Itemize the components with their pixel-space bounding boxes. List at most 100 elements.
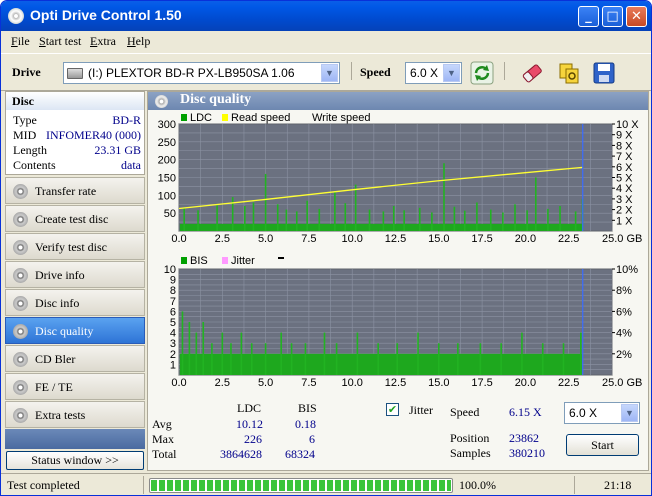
y2-tick-label: 4 X	[616, 183, 633, 195]
panel-title: Disc quality	[180, 92, 252, 107]
copy-settings-button[interactable]	[557, 61, 581, 85]
window-title: Opti Drive Control 1.50	[30, 7, 182, 23]
data-bar-27	[514, 204, 516, 231]
nav-disc-quality[interactable]: Disc quality	[5, 317, 145, 344]
title-bar[interactable]: Opti Drive Control 1.50 _ □ ✕	[1, 1, 651, 31]
position-label: Position	[450, 431, 490, 445]
x-tick-label: 7.5	[301, 377, 316, 389]
data-bar-29	[534, 177, 537, 231]
test-speed-select[interactable]: 6.0 X ▼	[564, 402, 640, 424]
copy-settings-icon	[559, 63, 579, 84]
progress-percent: 100.0%	[459, 478, 496, 492]
nav-drive-info[interactable]: Drive info	[5, 261, 145, 288]
data-bar-20	[431, 212, 433, 231]
x-tick-label: 20.0	[515, 377, 536, 389]
disc-icon	[13, 408, 28, 423]
data-bar-22	[453, 206, 456, 231]
data-bar-3	[202, 322, 205, 375]
toolbar-divider	[504, 62, 505, 80]
disc-icon	[13, 296, 28, 311]
refresh-icon	[470, 61, 494, 85]
disc-app-icon	[8, 8, 24, 24]
disc-row-mid: MID INFOMER40 (000)	[13, 128, 141, 142]
speed-label-bottom: Speed	[450, 405, 480, 419]
data-bar-26	[502, 212, 504, 231]
legend-swatch-1	[222, 114, 228, 121]
speed-select[interactable]: 6.0 X ▼	[405, 62, 462, 84]
data-bar-22	[500, 343, 502, 375]
x-tick-label: 2.5	[215, 233, 230, 245]
speed-value: 6.15 X	[509, 405, 542, 419]
disc-row-length: Length 23.31 GB	[13, 143, 141, 157]
legend-swatch-1	[222, 257, 228, 264]
data-bar-17	[396, 343, 399, 375]
data-bar-9	[264, 343, 267, 375]
x-tick-label: 17.5	[471, 377, 492, 389]
samples-value: 380210	[509, 446, 545, 460]
jitter-checkbox[interactable]: ✔	[386, 403, 399, 416]
close-button[interactable]: ✕	[626, 6, 647, 27]
y2-tick-label: 10%	[616, 264, 638, 276]
data-bar-25	[562, 343, 565, 375]
data-bar-9	[295, 211, 298, 231]
data-bar-15	[368, 209, 371, 231]
data-bar-13	[323, 332, 326, 375]
nav-create-test-disc[interactable]: Create test disc	[5, 205, 145, 232]
y2-tick-label: 1 X	[616, 215, 633, 227]
y2-tick-label: 2 X	[616, 205, 633, 217]
data-bar-31	[559, 206, 561, 231]
data-bar-24	[476, 202, 478, 231]
nav-disc-info[interactable]: Disc info	[5, 289, 145, 316]
x-tick-label: 10.0	[341, 377, 362, 389]
data-bar-21	[479, 343, 482, 375]
data-bar-11	[290, 343, 293, 375]
y-tick-label: 150	[158, 173, 176, 185]
legend-label-1: Jitter	[231, 255, 255, 267]
maximize-button[interactable]: □	[602, 6, 623, 27]
refresh-button[interactable]	[470, 61, 494, 85]
disc-icon	[13, 324, 28, 339]
chevron-down-icon: ▼	[621, 404, 638, 422]
disc-info-box: Disc Type BD-R MID INFOMER40 (000) Length 2…	[5, 91, 145, 175]
menu-extra[interactable]: Extra	[90, 34, 116, 49]
nav-transfer-rate[interactable]: Transfer rate	[5, 177, 145, 204]
legend-swatch-0	[181, 114, 187, 121]
disc-icon	[13, 212, 28, 227]
data-bar-5	[221, 332, 224, 375]
data-bar-13	[344, 203, 347, 231]
start-button[interactable]: Start	[566, 434, 639, 456]
nav-cd-bler[interactable]: CD Bler	[5, 345, 145, 372]
data-bar-10	[306, 200, 308, 231]
drive-select[interactable]: (I:) PLEXTOR BD-R PX-LB950SA 1.06 ▼	[63, 62, 340, 84]
y2-tick-label: 5 X	[616, 173, 633, 185]
nav-fe-te[interactable]: FE / TE	[5, 373, 145, 400]
legend-label-0: BIS	[190, 255, 208, 267]
y2-tick-label: 2%	[616, 349, 632, 361]
data-bar-15	[356, 332, 359, 375]
data-bar-8	[285, 209, 288, 231]
minimize-button[interactable]: _	[578, 6, 599, 27]
save-button[interactable]	[592, 61, 616, 85]
y2-tick-label: 4%	[616, 328, 632, 340]
erase-button[interactable]	[520, 61, 544, 85]
sidebar: Disc Type BD-R MID INFOMER40 (000) Length 2…	[5, 91, 145, 471]
eraser-icon	[522, 64, 542, 83]
data-bar-16	[382, 211, 385, 231]
x-tick-label: 0.0	[171, 377, 186, 389]
legend-jitter-mark	[278, 257, 284, 259]
y-tick-label: 9	[170, 275, 176, 287]
menu-file[interactable]: File	[11, 34, 30, 49]
data-bar-11	[318, 208, 321, 231]
y2-tick-label: 7 X	[616, 151, 633, 163]
nav-verify-test-disc[interactable]: Verify test disc	[5, 233, 145, 260]
drive-icon	[67, 68, 83, 79]
status-window-button[interactable]: Status window >>	[6, 451, 144, 470]
menu-help[interactable]: Help	[127, 34, 150, 49]
data-bar-0	[183, 207, 185, 231]
data-bar-18	[403, 210, 405, 231]
menu-start-test[interactable]: Start test	[39, 34, 81, 49]
y2-tick-label: 8 X	[616, 140, 633, 152]
y-tick-label: 100	[158, 190, 176, 202]
stats-total-ldc: 3864628	[220, 447, 262, 461]
nav-extra-tests[interactable]: Extra tests	[5, 401, 145, 428]
